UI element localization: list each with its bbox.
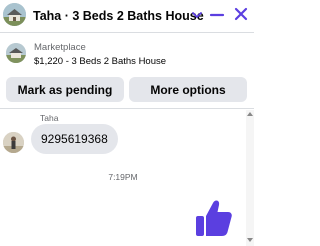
listing-avatar[interactable] <box>3 3 26 26</box>
sender-avatar[interactable] <box>3 132 24 153</box>
minimize-icon[interactable] <box>208 6 226 24</box>
chevron-down-icon[interactable] <box>190 8 204 22</box>
sender-name: Taha <box>40 113 59 123</box>
mark-as-pending-button[interactable]: Mark as pending <box>6 77 124 102</box>
chat-title[interactable]: Taha · 3 Beds 2 Baths House <box>33 9 204 23</box>
message-bubble[interactable]: 9295619368 <box>31 124 118 154</box>
close-icon[interactable] <box>232 5 250 23</box>
more-options-button[interactable]: More options <box>129 77 247 102</box>
listing-thumbnail <box>6 43 26 63</box>
thumbs-up-icon[interactable] <box>195 198 233 238</box>
listing-description[interactable]: $1,220 - 3 Beds 2 Baths House <box>34 56 166 67</box>
marketplace-listing[interactable]: Marketplace $1,220 - 3 Beds 2 Baths Hous… <box>0 34 254 74</box>
chat-header: Taha · 3 Beds 2 Baths House <box>0 0 254 33</box>
scroll-down-arrow-icon[interactable] <box>247 238 253 242</box>
marketplace-label: Marketplace <box>34 42 86 53</box>
house-avatar-icon <box>3 3 26 26</box>
scroll-up-arrow-icon[interactable] <box>247 112 253 116</box>
divider <box>0 108 254 109</box>
person-avatar-icon <box>3 132 24 153</box>
message-timestamp: 7:19PM <box>108 172 138 182</box>
house-thumbnail-icon <box>6 43 26 63</box>
scrollbar[interactable] <box>246 110 254 246</box>
